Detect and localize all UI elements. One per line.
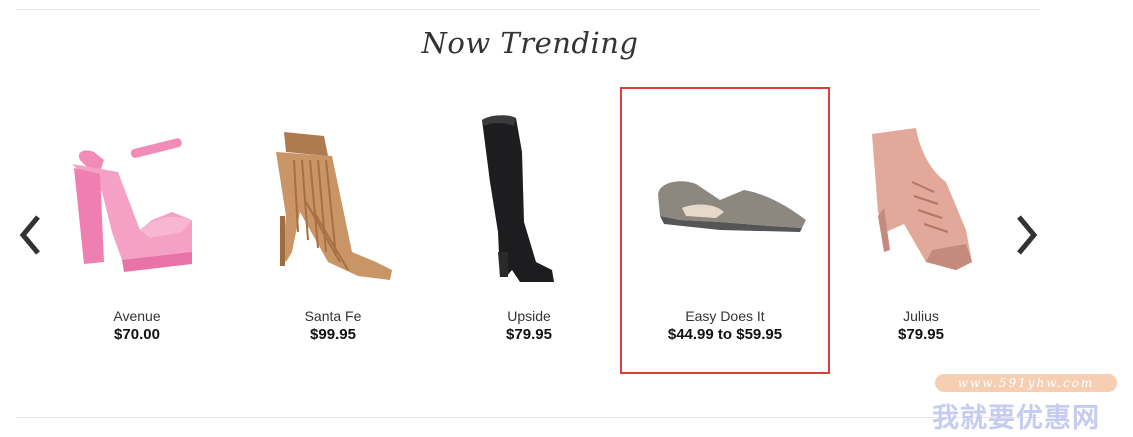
product-name[interactable]: Avenue <box>32 308 242 324</box>
product-price: $79.95 <box>506 326 552 343</box>
section-title: Now Trending <box>421 26 639 60</box>
product-price: $79.95 <box>898 326 944 343</box>
product-image-blush-bootie <box>872 128 972 270</box>
chevron-right-icon <box>1017 215 1038 255</box>
watermark-text: 我就要优惠网 <box>932 403 1100 434</box>
product-image-black-boot <box>482 115 554 282</box>
product-card-avenue[interactable]: Avenue $70.00 <box>32 87 242 374</box>
product-card-easy-does-it[interactable]: Easy Does It $44.99 to $59.95 <box>620 87 830 374</box>
product-name[interactable]: Upside <box>424 308 634 324</box>
product-image-fringe-sandal <box>276 132 392 280</box>
top-divider <box>16 9 1040 10</box>
product-card-santa-fe[interactable]: Santa Fe $99.95 <box>228 87 438 374</box>
product-image-grey-flat <box>658 181 806 232</box>
bottom-divider <box>16 417 1040 418</box>
product-price: $44.99 to $59.95 <box>667 326 783 343</box>
carousel-next-button[interactable] <box>1011 213 1041 257</box>
watermark-url: www.591yhw.com <box>935 374 1117 392</box>
product-price: $70.00 <box>114 326 160 343</box>
product-image-pink-sandal <box>72 138 192 272</box>
product-card-upside[interactable]: Upside $79.95 <box>424 87 634 374</box>
product-price: $99.95 <box>310 326 356 343</box>
product-name[interactable]: Easy Does It <box>620 308 830 324</box>
product-name[interactable]: Santa Fe <box>228 308 438 324</box>
product-name[interactable]: Julius <box>816 308 1026 324</box>
watermark: www.591yhw.com 我就要优惠网 <box>928 374 1128 434</box>
product-card-julius[interactable]: Julius $79.95 <box>816 87 1026 374</box>
